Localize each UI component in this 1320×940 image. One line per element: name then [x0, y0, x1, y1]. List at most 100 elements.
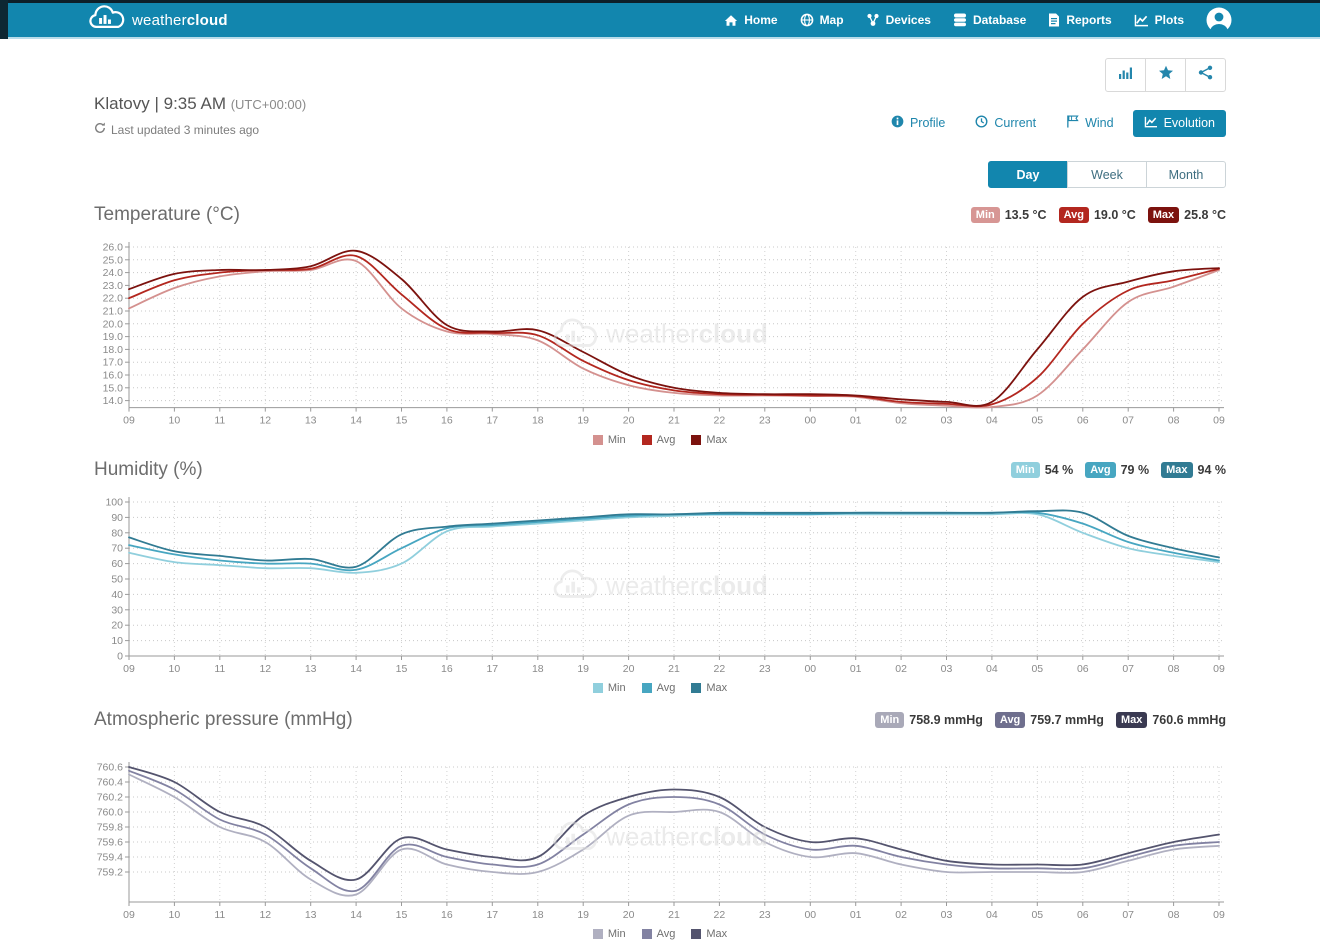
home-icon [724, 14, 738, 27]
legend-swatch [642, 929, 652, 939]
weathercloud-logo[interactable]: weathercloud [88, 5, 228, 36]
svg-text:09: 09 [1213, 663, 1225, 675]
section-title-temperature: Temperature (°C) [94, 204, 240, 226]
svg-text:12: 12 [259, 415, 271, 427]
svg-text:11: 11 [214, 909, 225, 921]
stat-badge: Min [971, 207, 1000, 223]
svg-text:19: 19 [577, 415, 589, 427]
svg-text:13: 13 [305, 663, 317, 675]
star-icon [1158, 65, 1174, 85]
svg-text:01: 01 [850, 415, 862, 427]
stat-avg: Avg79 % [1085, 462, 1149, 478]
tab-wind[interactable]: Wind [1055, 109, 1124, 137]
svg-text:25.0: 25.0 [103, 254, 124, 266]
svg-text:09: 09 [123, 909, 135, 921]
legend-item-min: Min [593, 434, 626, 446]
svg-text:00: 00 [804, 663, 816, 675]
legend-swatch [593, 683, 603, 693]
svg-text:759.4: 759.4 [97, 852, 123, 864]
favorite-button[interactable] [1145, 58, 1186, 92]
evolution-chart-icon [1144, 116, 1158, 131]
nav-map[interactable]: Map [800, 13, 844, 27]
nav-devices[interactable]: Devices [866, 13, 931, 27]
stat-badge: Min [1011, 462, 1040, 478]
svg-text:19.0: 19.0 [103, 331, 124, 343]
svg-text:759.2: 759.2 [97, 867, 123, 879]
svg-text:17: 17 [486, 415, 498, 427]
svg-text:20: 20 [623, 415, 635, 427]
svg-text:760.2: 760.2 [97, 792, 123, 804]
main-nav: Home Map Devices Database Reports Plots [724, 7, 1232, 33]
svg-text:13: 13 [305, 415, 317, 427]
svg-text:06: 06 [1077, 663, 1089, 675]
svg-text:09: 09 [1213, 415, 1225, 427]
svg-text:03: 03 [941, 415, 953, 427]
top-nav-bar: weathercloud Home Map Devices Database R… [0, 0, 1320, 39]
svg-text:04: 04 [986, 663, 998, 675]
stat-badge: Max [1116, 712, 1147, 728]
wind-flag-icon [1066, 115, 1079, 131]
svg-text:06: 06 [1077, 909, 1089, 921]
stat-badge: Avg [995, 712, 1025, 728]
svg-text:15: 15 [396, 909, 408, 921]
svg-text:03: 03 [941, 663, 953, 675]
stat-min: Min54 % [1011, 462, 1073, 478]
svg-text:08: 08 [1168, 415, 1180, 427]
svg-text:17.0: 17.0 [103, 357, 124, 369]
svg-text:10: 10 [111, 635, 123, 647]
statistics-button[interactable] [1105, 58, 1146, 92]
svg-text:16: 16 [441, 663, 453, 675]
svg-text:17: 17 [486, 663, 498, 675]
range-month-button[interactable]: Month [1146, 161, 1226, 188]
tab-evolution[interactable]: Evolution [1133, 110, 1226, 137]
svg-text:13: 13 [305, 909, 317, 921]
humidity-chart: 1009080706050403020100091011121314151617… [94, 496, 1226, 678]
svg-text:00: 00 [804, 909, 816, 921]
svg-text:08: 08 [1168, 663, 1180, 675]
report-file-icon [1048, 13, 1060, 27]
svg-text:12: 12 [259, 909, 271, 921]
legend-item-max: Max [691, 434, 727, 446]
temperature-stats: Min13.5 °CAvg19.0 °CMax25.8 °C [971, 207, 1226, 223]
svg-text:21: 21 [668, 909, 680, 921]
tab-current[interactable]: Current [964, 109, 1047, 137]
svg-text:17: 17 [486, 909, 498, 921]
svg-text:01: 01 [850, 909, 862, 921]
svg-text:11: 11 [214, 415, 225, 427]
devices-hub-icon [866, 13, 880, 27]
svg-text:60: 60 [111, 558, 123, 570]
stat-max: Max94 % [1161, 462, 1226, 478]
stat-badge: Max [1148, 207, 1179, 223]
svg-text:26.0: 26.0 [103, 242, 124, 254]
tab-profile[interactable]: Profile [880, 109, 956, 137]
legend-swatch [691, 683, 701, 693]
nav-plots[interactable]: Plots [1134, 13, 1184, 27]
svg-text:80: 80 [111, 527, 123, 539]
svg-text:15: 15 [396, 663, 408, 675]
nav-database[interactable]: Database [953, 13, 1026, 27]
svg-text:19: 19 [577, 663, 589, 675]
share-button[interactable] [1185, 58, 1226, 92]
legend-item-max: Max [691, 928, 727, 940]
svg-text:20: 20 [623, 663, 635, 675]
pressure-stats: Min758.9 mmHgAvg759.7 mmHgMax760.6 mmHg [875, 712, 1226, 728]
refresh-icon[interactable] [94, 122, 106, 137]
range-day-button[interactable]: Day [988, 161, 1068, 188]
svg-text:08: 08 [1168, 909, 1180, 921]
nav-home[interactable]: Home [724, 13, 777, 27]
svg-text:10: 10 [169, 663, 181, 675]
legend-swatch [593, 435, 603, 445]
range-week-button[interactable]: Week [1067, 161, 1147, 188]
svg-text:07: 07 [1122, 663, 1134, 675]
svg-text:760.0: 760.0 [97, 807, 123, 819]
svg-text:30: 30 [111, 604, 123, 616]
nav-reports[interactable]: Reports [1048, 13, 1111, 27]
legend-item-max: Max [691, 682, 727, 694]
stat-value: 94 % [1198, 463, 1227, 477]
share-icon [1198, 65, 1213, 85]
humidity-legend: MinAvgMax [94, 682, 1226, 694]
user-avatar[interactable] [1206, 7, 1232, 33]
stat-value: 25.8 °C [1184, 208, 1226, 222]
legend-swatch [642, 683, 652, 693]
svg-text:23: 23 [759, 909, 771, 921]
